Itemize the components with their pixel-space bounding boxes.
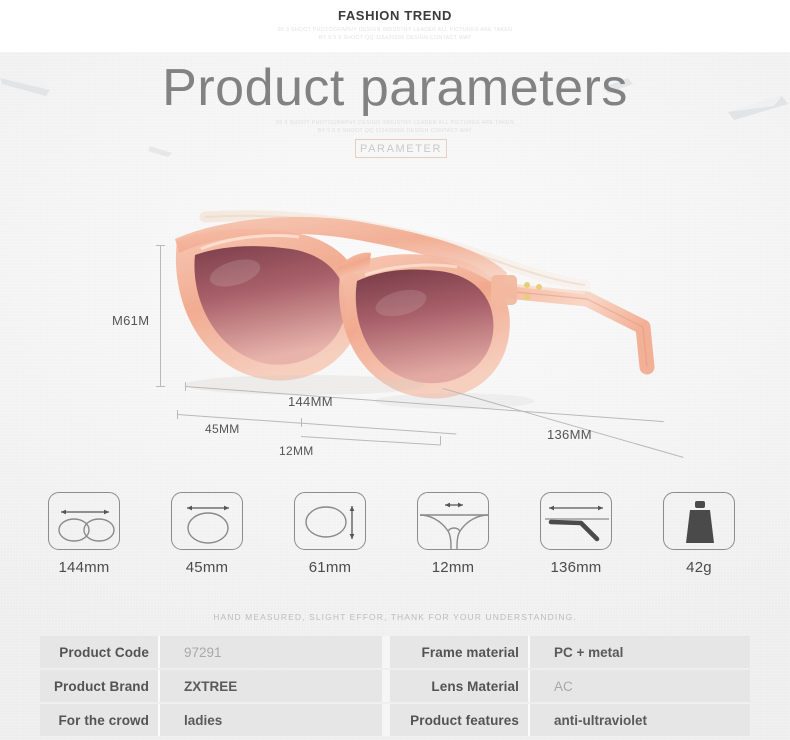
spec-icon-row: 144mm 45mm 61mm 12mm 136mm 42g (0, 492, 790, 592)
spec-icon-cell-temple: 136mm (522, 492, 630, 576)
spec-table: Product Code 97291 Frame material PC + m… (40, 636, 750, 738)
frame-width-icon (48, 492, 120, 550)
spec-value: PC + metal (530, 636, 750, 668)
table-row: Product Brand ZXTREE Lens Material AC (40, 670, 750, 702)
spec-icon-caption: 42g (686, 559, 712, 576)
spec-key: Frame material (390, 636, 528, 668)
spec-key: Lens Material (390, 670, 528, 702)
dimension-cap-lens-right (301, 418, 302, 427)
header-title: FASHION TREND (338, 8, 452, 23)
dimension-cap-lens-left (177, 410, 178, 419)
spec-value: 97291 (160, 636, 382, 668)
dimension-line-bridge (300, 436, 441, 446)
bridge-width-icon (417, 492, 489, 550)
column-gap (382, 636, 390, 668)
spec-value: ladies (160, 704, 382, 736)
table-row: Product Code 97291 Frame material PC + m… (40, 636, 750, 668)
dimension-label-width: 144MM (288, 394, 333, 409)
page-header: FASHION TREND 95 9 SHOOT PHOTOGRAPHY DES… (0, 0, 790, 52)
spec-icon-cell-frame-width: 144mm (30, 492, 138, 576)
spec-key: Product features (390, 704, 528, 736)
spec-icon-caption: 45mm (185, 559, 229, 576)
spec-icon-caption: 136mm (550, 559, 602, 576)
dimension-label-lens: 45MM (205, 422, 240, 436)
product-photo (155, 177, 715, 437)
column-gap (382, 670, 390, 702)
measurement-disclaimer: HAND MEASURED, SLIGHT EFFOR, THANK FOR Y… (213, 612, 577, 622)
spec-value: ZXTREE (160, 670, 382, 702)
product-parameters-stage: Product parameters 95 9 SHOOT PHOTOGRAPH… (0, 52, 790, 740)
table-row: For the crowd ladies Product features an… (40, 704, 750, 736)
dimension-cap-height-bottom (156, 386, 165, 387)
hero-watermark-text: 95 9 SHOOT PHOTOGRAPHY DESIGN INDUSTRY L… (276, 120, 514, 134)
spec-value: AC (530, 670, 750, 702)
spec-icon-cell-lens-height: 61mm (276, 492, 384, 576)
lens-height-icon (294, 492, 366, 550)
spec-key: Product Brand (40, 670, 158, 702)
spec-icon-cell-lens-width: 45mm (153, 492, 261, 576)
dimension-label-bridge: 12MM (279, 444, 314, 458)
spec-icon-caption: 61mm (308, 559, 352, 576)
parameter-badge: PARAMETER (355, 139, 447, 158)
dimension-cap-bridge-right (440, 436, 441, 445)
weight-icon (663, 492, 735, 550)
dimension-cap-width-left (185, 382, 186, 391)
spec-key: Product Code (40, 636, 158, 668)
dimension-label-height: M61M (112, 313, 150, 328)
spec-icon-cell-weight: 42g (645, 492, 753, 576)
dimension-line-height (160, 245, 161, 387)
dimension-cap-height-top (156, 245, 165, 246)
spec-key: For the crowd (40, 704, 158, 736)
lens-width-icon (171, 492, 243, 550)
spec-value: anti-ultraviolet (530, 704, 750, 736)
temple-length-icon (540, 492, 612, 550)
spec-icon-caption: 12mm (431, 559, 475, 576)
ribbon-decor-left-small (148, 146, 172, 157)
dimension-label-temple: 136MM (547, 427, 592, 442)
header-watermark-text: 95 9 SHOOT PHOTOGRAPHY DESIGN INDUSTRY L… (277, 27, 513, 41)
spec-icon-caption: 144mm (58, 559, 110, 576)
spec-icon-cell-bridge: 12mm (399, 492, 507, 576)
page-title: Product parameters (162, 59, 628, 117)
column-gap (382, 704, 390, 736)
